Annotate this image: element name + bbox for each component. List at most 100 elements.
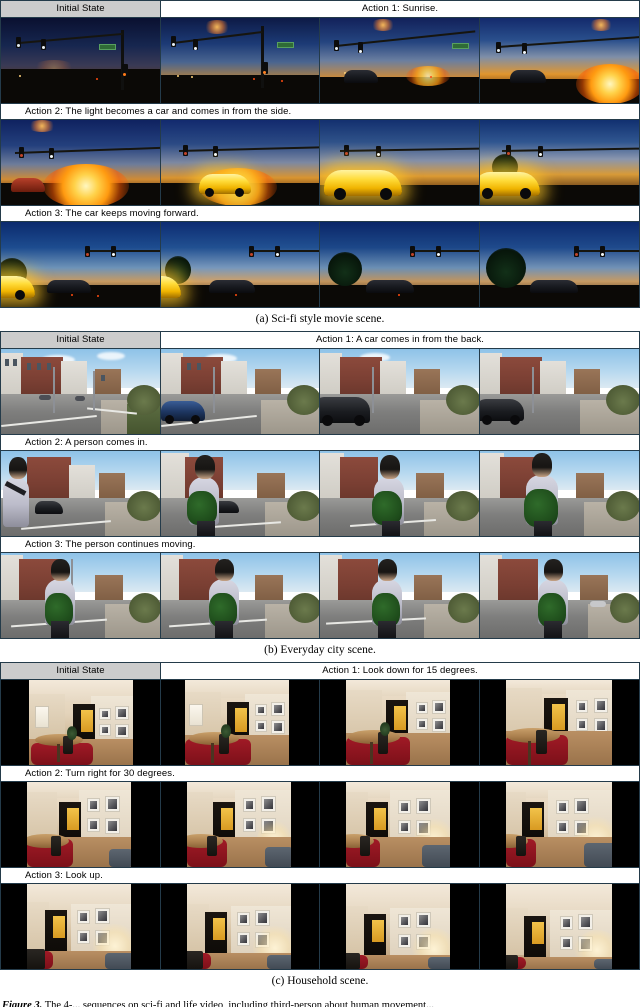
frame-a3-1 [1, 222, 161, 307]
caption-sci-fi: (a) Sci-fi style movie scene. [255, 313, 385, 325]
tree [328, 252, 362, 286]
picture-frame [242, 818, 256, 832]
frame-c2-4 [479, 782, 639, 867]
city-light [252, 78, 255, 80]
room [29, 680, 133, 765]
panel-household: Initial State Action 1: Look down for 15… [0, 662, 640, 970]
frame-a2-3 [320, 120, 480, 205]
initial-state-label-c: Initial State [1, 663, 161, 679]
chair [51, 836, 61, 856]
window [101, 375, 105, 381]
picture-frame [99, 708, 111, 720]
building [27, 457, 71, 501]
traffic-light-lamp [600, 253, 604, 256]
door-light [531, 922, 544, 944]
window [13, 359, 17, 366]
window [188, 704, 203, 726]
bush [127, 385, 160, 415]
bush [446, 385, 479, 415]
frame-a3-4 [479, 222, 639, 307]
table [505, 728, 560, 743]
building [69, 465, 95, 501]
city-light [234, 294, 237, 296]
frame-a1-2 [160, 18, 320, 103]
frame-strip-a1 [1, 18, 639, 103]
frame-c2-2 [160, 782, 320, 867]
city-light [96, 78, 98, 80]
bush [288, 593, 320, 623]
city-light [190, 76, 193, 78]
person-head [194, 455, 215, 479]
frame-strip-b3 [1, 553, 639, 638]
picture-frame [593, 698, 608, 713]
frame-b2-1 [1, 451, 161, 536]
sofa [428, 957, 450, 969]
person-head [378, 559, 397, 581]
frame-strip-a2 [1, 120, 639, 205]
picture-frame [559, 936, 573, 950]
picture-frame [432, 700, 446, 714]
building [256, 473, 285, 501]
lamp-post [531, 367, 534, 413]
panel-city: Initial State Action 1: A car comes in f… [0, 331, 640, 639]
traffic-light-lamp [86, 253, 89, 256]
sun-glow-icon [202, 20, 231, 34]
sun-glow-icon [27, 120, 57, 132]
frame-c3-4 [479, 884, 639, 969]
building [340, 457, 378, 501]
building [254, 369, 281, 397]
room [186, 782, 291, 867]
cloud [97, 352, 125, 360]
frame-b1-1 [1, 349, 161, 434]
traffic-light-lamp [335, 47, 338, 50]
lamp-post [372, 367, 374, 413]
building [220, 361, 247, 397]
building [414, 369, 440, 397]
person-head [380, 455, 400, 479]
vehicle-car-black [35, 501, 63, 514]
room [27, 884, 131, 969]
vehicle [11, 178, 45, 192]
vehicle [75, 396, 85, 401]
frame-b1-2 [160, 349, 320, 434]
frame-c1-4 [479, 680, 639, 765]
wheel [190, 415, 200, 424]
traffic-mast-arm [410, 250, 479, 252]
picture-frame [270, 720, 285, 734]
picture-frame [95, 908, 110, 924]
frame-b3-3 [320, 553, 480, 638]
bush [609, 593, 639, 623]
plant [380, 722, 390, 736]
tree [485, 248, 526, 288]
door-light [212, 918, 225, 940]
building [414, 575, 442, 603]
wheel [322, 415, 333, 426]
traffic-light-lamp [506, 152, 510, 155]
person-head [51, 559, 70, 581]
frame-c3-1 [1, 884, 161, 969]
frame-c1-2 [160, 680, 320, 765]
picture-frame [77, 930, 90, 944]
sun-glow-icon [370, 19, 396, 31]
picture-frame [87, 798, 100, 812]
skyline [160, 75, 319, 103]
building [573, 369, 600, 397]
traffic-light-lamp [522, 51, 526, 54]
bush [446, 491, 479, 521]
action-label-b1: Action 1: A car comes in from the back. [161, 332, 639, 348]
street-sign-icon [276, 42, 294, 48]
sun-icon [406, 66, 450, 86]
picture-frame [398, 800, 411, 814]
room [27, 782, 131, 867]
door-light [372, 920, 384, 942]
traffic-light-lamp [213, 153, 217, 156]
frame-a3-3 [320, 222, 480, 307]
frame-a1-4 [479, 18, 639, 103]
wheel [481, 415, 492, 425]
table-leg [210, 743, 214, 763]
building [95, 369, 121, 397]
person-legs [533, 521, 552, 536]
picture-frame [559, 916, 573, 930]
bush [605, 491, 639, 521]
picture-frame [99, 724, 111, 736]
